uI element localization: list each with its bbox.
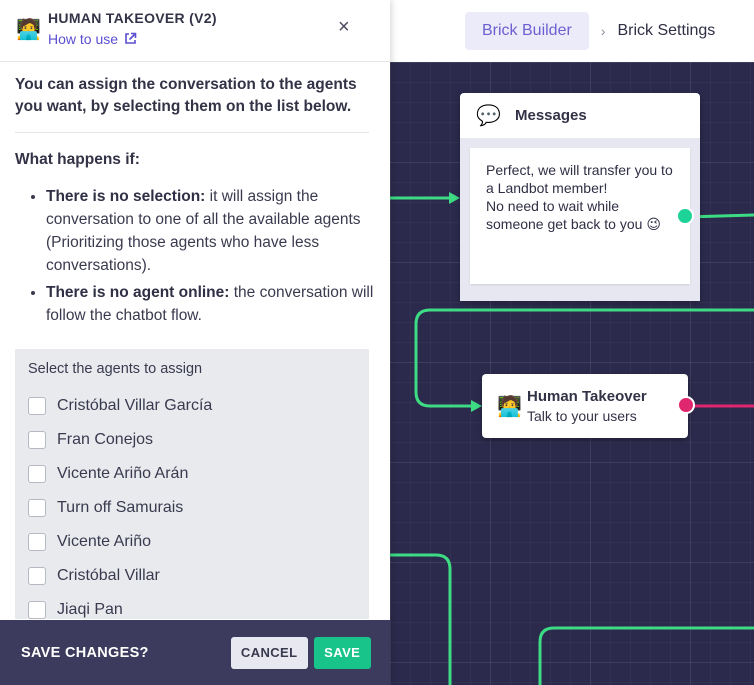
agent-checkbox[interactable] bbox=[28, 533, 46, 551]
message-bubble: Perfect, we will transfer you to a Landb… bbox=[470, 148, 690, 284]
agent-option[interactable]: Vicente Ariño bbox=[28, 525, 356, 559]
panel-intro: You can assign the conversation to the a… bbox=[15, 74, 369, 133]
how-to-use-label: How to use bbox=[48, 31, 119, 47]
save-button[interactable]: SAVE bbox=[313, 636, 371, 669]
flow-canvas[interactable]: 💬 Messages Perfect, we will transfer you… bbox=[390, 62, 754, 685]
agent-checkbox[interactable] bbox=[28, 397, 46, 415]
external-link-icon bbox=[125, 32, 137, 44]
person-at-laptop-icon: 🧑‍💻 bbox=[497, 395, 522, 418]
panel-title: HUMAN TAKEOVER (V2) bbox=[48, 10, 217, 26]
agent-option[interactable]: Cristóbal Villar bbox=[28, 559, 356, 593]
breadcrumb: Brick Builder › Brick Settings bbox=[390, 0, 754, 62]
close-icon[interactable]: × bbox=[338, 16, 350, 39]
breadcrumb-separator: › bbox=[600, 23, 606, 39]
human-takeover-node[interactable]: 🧑‍💻 Human Takeover Talk to your users bbox=[482, 374, 695, 438]
settings-panel: 🧑‍💻 HUMAN TAKEOVER (V2) How to use × You… bbox=[0, 0, 390, 685]
list-item: There is no selection: it will assign th… bbox=[46, 185, 375, 277]
agent-checkbox[interactable] bbox=[28, 499, 46, 517]
agent-option[interactable]: Fran Conejos bbox=[28, 423, 356, 457]
cancel-button[interactable]: CANCEL bbox=[230, 636, 308, 669]
breadcrumb-brick-settings: Brick Settings bbox=[617, 22, 716, 39]
agent-checkbox[interactable] bbox=[28, 465, 46, 483]
human-takeover-node-subtitle: Talk to your users bbox=[527, 408, 637, 424]
person-at-laptop-icon: 🧑‍💻 bbox=[16, 19, 41, 41]
breadcrumb-brick-builder[interactable]: Brick Builder bbox=[465, 12, 589, 50]
messages-node-title: Messages bbox=[515, 107, 587, 124]
panel-body[interactable]: You can assign the conversation to the a… bbox=[0, 62, 390, 620]
agents-label: Select the agents to assign bbox=[28, 361, 203, 377]
agents-selector: Select the agents to assign Cristóbal Vi… bbox=[15, 349, 369, 619]
how-to-use-link[interactable]: How to use bbox=[48, 31, 137, 47]
cases-list: There is no selection: it will assign th… bbox=[15, 185, 375, 327]
agent-option[interactable]: Jiaqi Pan bbox=[28, 593, 356, 619]
messages-output-dot[interactable] bbox=[676, 207, 694, 225]
agent-checkbox[interactable] bbox=[28, 567, 46, 585]
human-takeover-node-title: Human Takeover bbox=[527, 388, 647, 405]
agent-checkbox[interactable] bbox=[28, 601, 46, 619]
panel-header: 🧑‍💻 HUMAN TAKEOVER (V2) How to use × bbox=[0, 0, 390, 62]
agent-option[interactable]: Vicente Ariño Arán bbox=[28, 457, 356, 491]
agent-checkbox[interactable] bbox=[28, 431, 46, 449]
speech-bubble-icon: 💬 bbox=[476, 105, 501, 127]
agent-option[interactable]: Turn off Samurais bbox=[28, 491, 356, 525]
save-changes-bar: SAVE CHANGES? CANCEL SAVE bbox=[0, 620, 390, 685]
agent-option[interactable]: Cristóbal Villar García bbox=[28, 389, 356, 423]
messages-node[interactable]: 💬 Messages Perfect, we will transfer you… bbox=[460, 93, 700, 301]
list-item: There is no agent online: the conversati… bbox=[46, 281, 375, 327]
human-takeover-output-dot[interactable] bbox=[677, 396, 695, 414]
what-happens-heading: What happens if: bbox=[15, 151, 140, 168]
save-changes-label: SAVE CHANGES? bbox=[21, 644, 149, 661]
